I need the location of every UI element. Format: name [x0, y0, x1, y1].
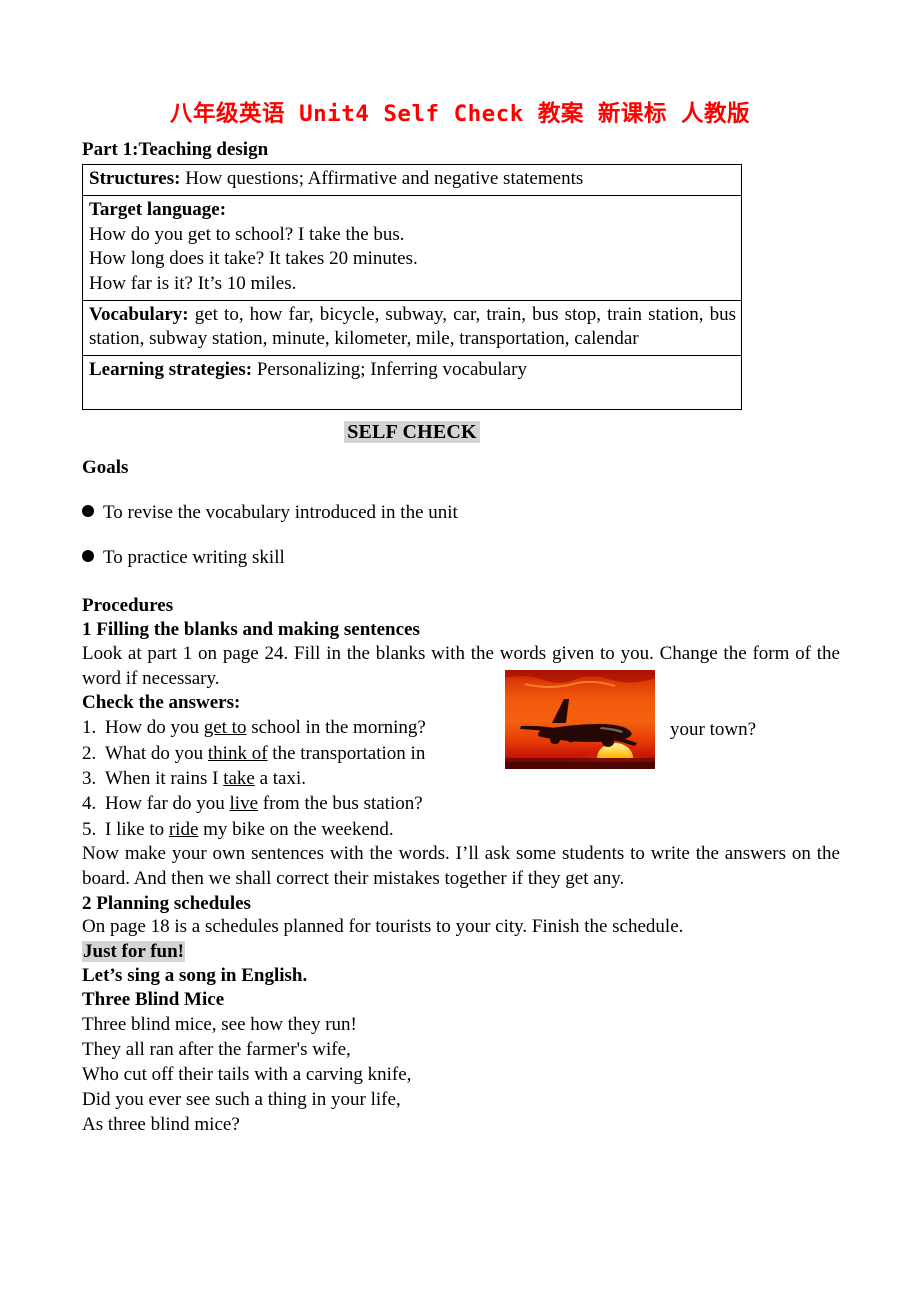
answer-text-post-5: my bike on the weekend. — [198, 818, 394, 840]
song-title: Three Blind Mice — [82, 989, 225, 1011]
list-item: 2. What do you think of the transportatio… — [82, 741, 840, 766]
answer-number-2: 2. — [82, 742, 97, 764]
answer-text-post-1: school in the morning? — [246, 717, 426, 739]
target-language-label: Target language: — [89, 198, 227, 220]
answer-text-pre-2: What do you — [105, 742, 208, 764]
bullet-circle-icon — [82, 504, 94, 517]
section-1-intro: Look at part 1 on page 24. Fill in the b… — [82, 643, 840, 689]
table-row-learning-strategies: Learning strategies: Personalizing; Infe… — [82, 354, 742, 410]
sing-invite: Let’s sing a song in English. — [82, 965, 308, 987]
section-1-heading: 1 Filling the blanks and making sentence… — [82, 619, 420, 641]
answer-underline-2: think of — [207, 742, 268, 764]
section-2-heading: 2 Planning schedules — [82, 892, 251, 914]
document-body: Part 1:Teaching design Structures: How q… — [82, 138, 840, 1137]
answer-number-3: 3. — [82, 768, 97, 790]
lyric-line: Who cut off their tails with a carving k… — [82, 1064, 412, 1086]
self-check-heading: SELF CHECK — [344, 420, 480, 443]
lyric-line: They all ran after the farmer's wife, — [82, 1039, 351, 1061]
answer-text-post-2: the transportation in — [267, 742, 426, 764]
structures-label: Structures: — [89, 168, 181, 190]
table-row-target-language: Target language: How do you get to schoo… — [82, 194, 742, 301]
answer-text-pre-5: I like to — [105, 818, 169, 840]
list-item: 4. How far do you live from the bus stati… — [82, 791, 840, 816]
goal-item-2-label: To practice writing skill — [103, 547, 285, 569]
answer-number-5: 5. — [82, 818, 97, 840]
lyric-line: Did you ever see such a thing in your li… — [82, 1089, 401, 1111]
answer-text-pre-1: How do you — [105, 717, 204, 739]
lyric-line: Three blind mice, see how they run! — [82, 1013, 357, 1035]
answer-number-4: 4. — [82, 793, 97, 815]
airplane-sunset-photo — [505, 670, 655, 769]
answer-underline-1: get to — [203, 717, 247, 739]
goal-item-1: To revise the vocabulary introduced in t… — [82, 501, 840, 525]
list-item: 3. When it rains I take a taxi. — [82, 766, 840, 791]
target-language-line-2: How long does it take? It takes 20 minut… — [89, 248, 418, 270]
document-page: 八年级英语 Unit4 Self Check 教案 新课标 人教版 Part 1… — [0, 0, 920, 1302]
answer-text-pre-3: When it rains I — [105, 768, 224, 790]
answer-underline-5: ride — [168, 818, 199, 840]
page-title: 八年级英语 Unit4 Self Check 教案 新课标 人教版 — [170, 101, 750, 127]
goal-item-1-label: To revise the vocabulary introduced in t… — [103, 501, 458, 523]
lyric-line: As three blind mice? — [82, 1114, 240, 1136]
list-item: 5. I like to ride my bike on the weekend. — [82, 817, 840, 842]
check-answers-heading: Check the answers: — [82, 692, 241, 714]
target-language-line-3: How far is it? It’s 10 miles. — [89, 272, 297, 294]
table-row-vocabulary: Vocabulary: get to, how far, bicycle, su… — [82, 299, 742, 356]
structures-value: How questions; Affirmative and negative … — [180, 168, 584, 190]
self-check-heading-row: SELF CHECK — [82, 420, 742, 444]
bullet-circle-icon — [82, 550, 94, 563]
just-for-fun-heading-row: Just for fun! — [82, 940, 840, 964]
target-language-line-1: How do you get to school? I take the bus… — [89, 223, 405, 245]
learning-strategies-label: Learning strategies: — [89, 358, 253, 380]
goals-heading: Goals — [82, 456, 129, 478]
section-1-closing: Now make your own sentences with the wor… — [82, 843, 840, 889]
goal-item-2: To practice writing skill — [82, 546, 840, 570]
text-after-image: your town? — [670, 719, 757, 740]
answer-number-1: 1. — [82, 717, 97, 739]
answer-underline-3: take — [223, 768, 255, 790]
answer-text-post-3: a taxi. — [254, 768, 307, 790]
just-for-fun-heading: Just for fun! — [82, 941, 185, 963]
answer-underline-4: live — [229, 793, 259, 815]
section-2-text: On page 18 is a schedules planned for to… — [82, 916, 684, 938]
teaching-design-table: Structures: How questions; Affirmative a… — [82, 164, 742, 410]
table-row-structures: Structures: How questions; Affirmative a… — [82, 164, 742, 196]
answer-text-pre-4: How far do you — [105, 793, 230, 815]
answer-text-post-4: from the bus station? — [258, 793, 423, 815]
procedures-heading: Procedures — [82, 595, 174, 617]
vocabulary-label: Vocabulary: — [89, 303, 189, 325]
learning-strategies-value: Personalizing; Inferring vocabulary — [252, 358, 527, 380]
part-heading: Part 1:Teaching design — [82, 139, 269, 160]
